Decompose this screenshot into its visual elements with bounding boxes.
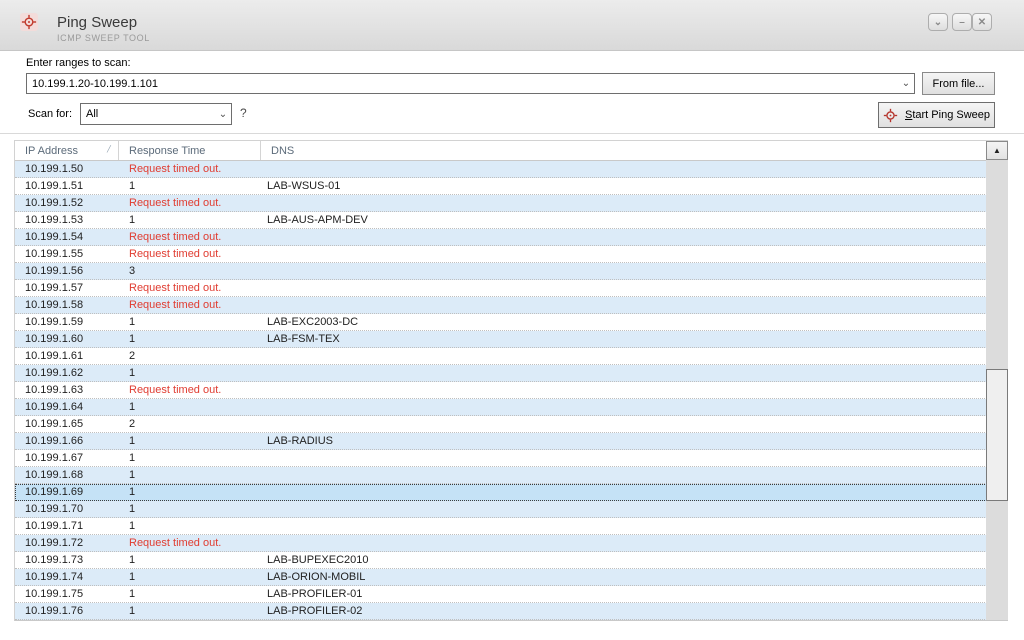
restore-button[interactable]: ⌄ [928,13,948,31]
ping-sweep-target-icon [20,13,38,31]
results-table: IP Address ∕ Response Time DNS 10.199.1.… [14,140,1008,621]
column-header-dns[interactable]: DNS [261,141,1008,160]
scrollbar-thumb[interactable] [986,369,1008,501]
table-row[interactable]: 10.199.1.55 Request timed out. [15,246,987,263]
ranges-combobox[interactable]: 10.199.1.20-10.199.1.101 ⌄ [26,73,915,94]
table-row[interactable]: 10.199.1.71 1 [15,518,987,535]
titlebar: Ping Sweep ICMP SWEEP TOOL ⌄ – ✕ [0,0,1024,51]
table-row[interactable]: 10.199.1.61 2 [15,348,987,365]
table-row[interactable]: 10.199.1.64 1 [15,399,987,416]
ranges-value[interactable]: 10.199.1.20-10.199.1.101 [27,78,898,90]
table-row[interactable]: 10.199.1.51 1 LAB-WSUS-01 [15,178,987,195]
table-row[interactable]: 10.199.1.72 Request timed out. [15,535,987,552]
target-icon [883,108,898,122]
table-row[interactable]: 10.199.1.70 1 [15,501,987,518]
ranges-label: Enter ranges to scan: [26,57,131,69]
table-row[interactable]: 10.199.1.53 1 LAB-AUS-APM-DEV [15,212,987,229]
minimize-icon: – [959,16,965,28]
chevron-down-icon[interactable]: ⌄ [215,109,231,120]
scan-for-label: Scan for: [28,108,73,120]
table-row[interactable]: 10.199.1.63 Request timed out. [15,382,987,399]
start-ping-sweep-button[interactable]: Start Ping Sweep [878,102,995,128]
scan-for-dropdown[interactable]: All ⌄ [80,103,232,125]
help-link[interactable]: ? [240,106,247,120]
table-row[interactable]: 10.199.1.54 Request timed out. [15,229,987,246]
window-title: Ping Sweep [57,14,138,31]
table-row[interactable]: 10.199.1.66 1 LAB-RADIUS [15,433,987,450]
scan-for-value: All [86,108,99,120]
column-header-ip-address[interactable]: IP Address ∕ [15,141,119,160]
scroll-up-button[interactable]: ▲ [986,141,1008,160]
table-body: 10.199.1.50 Request timed out. 10.199.1.… [15,161,987,620]
table-row[interactable]: 10.199.1.68 1 [15,467,987,484]
table-row[interactable]: 10.199.1.76 1 LAB-PROFILER-02 [15,603,987,620]
sort-ascending-icon: ∕ [108,143,110,155]
from-file-button[interactable]: From file... [922,72,995,95]
separator-line [0,133,1024,134]
triangle-up-icon: ▲ [993,146,1001,155]
table-row[interactable]: 10.199.1.56 3 [15,263,987,280]
column-header-response-time[interactable]: Response Time [119,141,261,160]
table-row[interactable]: 10.199.1.74 1 LAB-ORION-MOBIL [15,569,987,586]
table-row[interactable]: 10.199.1.58 Request timed out. [15,297,987,314]
table-row[interactable]: 10.199.1.59 1 LAB-EXC2003-DC [15,314,987,331]
start-button-label: Start Ping Sweep [905,109,990,121]
minimize-button[interactable]: – [952,13,972,31]
table-header-row: IP Address ∕ Response Time DNS [15,141,1008,161]
table-row[interactable]: 10.199.1.50 Request timed out. [15,161,987,178]
close-icon: ✕ [977,16,987,28]
close-button[interactable]: ✕ [972,13,992,31]
chevron-down-icon: ⌄ [933,16,943,28]
table-row[interactable]: 10.199.1.62 1 [15,365,987,382]
table-row[interactable]: 10.199.1.67 1 [15,450,987,467]
table-row[interactable]: 10.199.1.57 Request timed out. [15,280,987,297]
table-row[interactable]: 10.199.1.69 1 [15,484,987,501]
chevron-down-icon[interactable]: ⌄ [898,78,914,89]
table-row[interactable]: 10.199.1.73 1 LAB-BUPEXEC2010 [15,552,987,569]
table-row[interactable]: 10.199.1.65 2 [15,416,987,433]
vertical-scrollbar[interactable]: ▲ [986,141,1008,620]
table-row[interactable]: 10.199.1.75 1 LAB-PROFILER-01 [15,586,987,603]
table-row[interactable]: 10.199.1.60 1 LAB-FSM-TEX [15,331,987,348]
window-subtitle: ICMP SWEEP TOOL [57,33,150,43]
table-row[interactable]: 10.199.1.52 Request timed out. [15,195,987,212]
